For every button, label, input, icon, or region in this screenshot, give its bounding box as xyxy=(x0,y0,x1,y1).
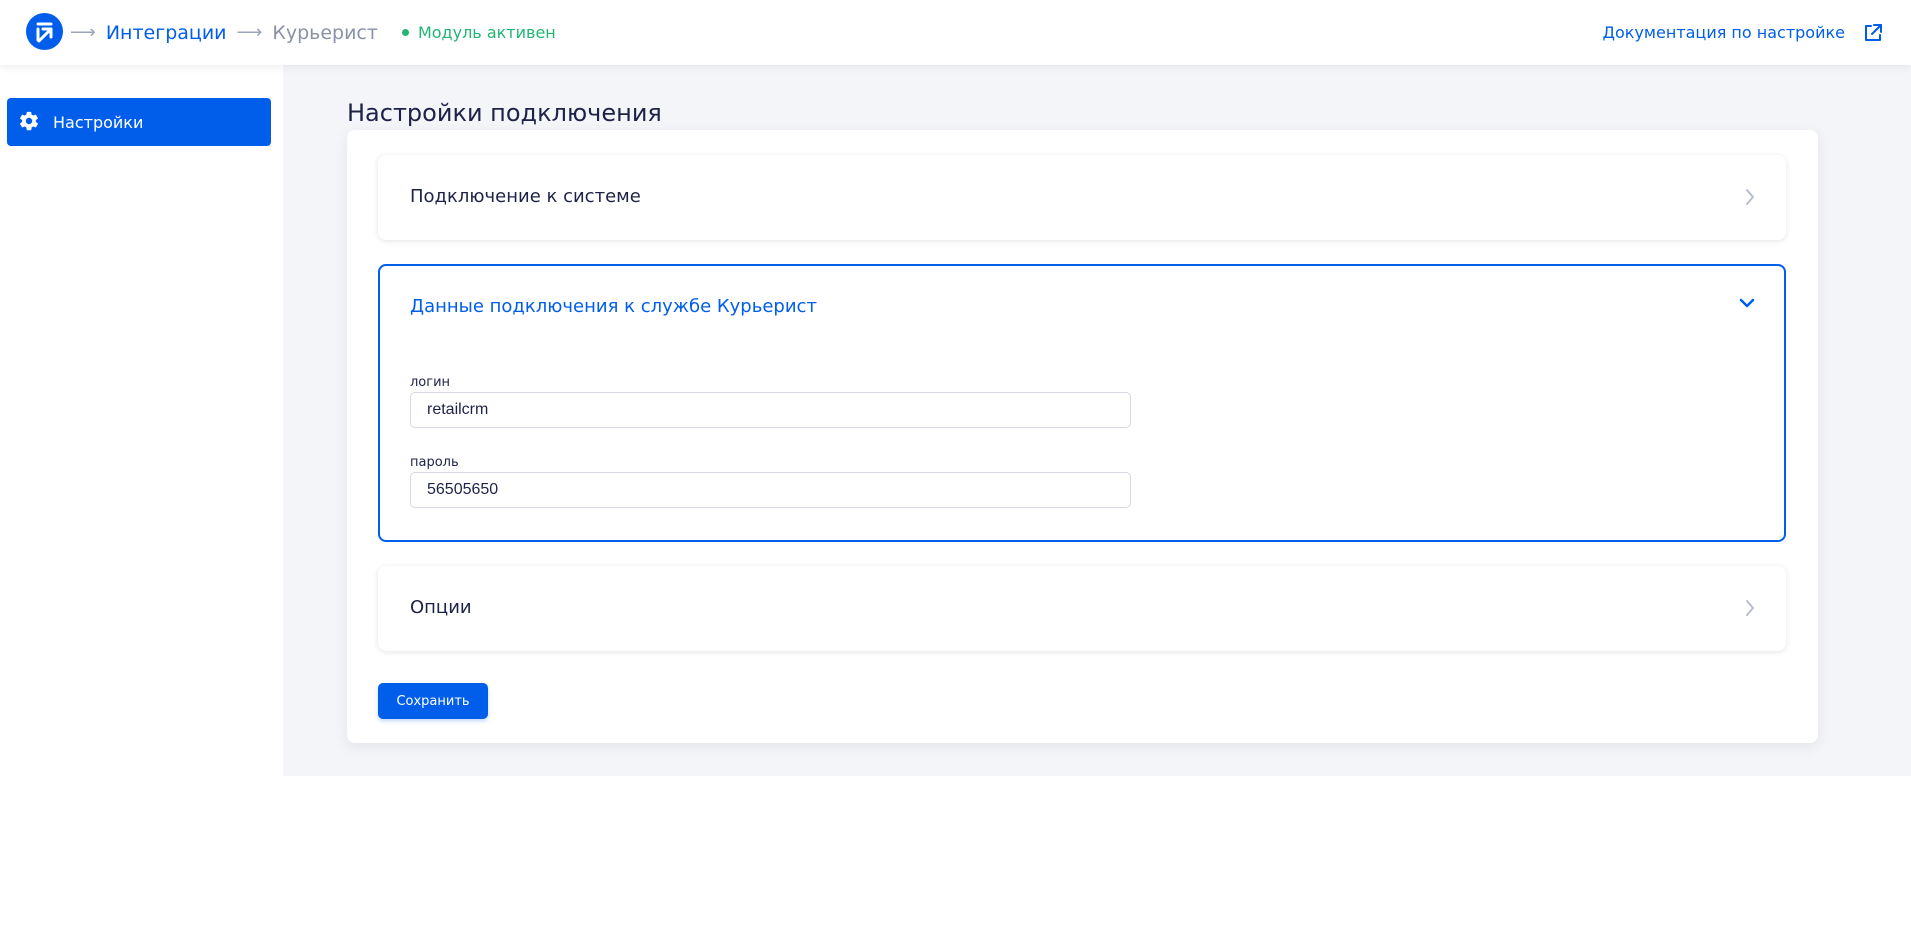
section-options[interactable]: Опции xyxy=(378,566,1786,651)
sidebar-item-label: Настройки xyxy=(53,112,144,132)
login-input[interactable] xyxy=(410,392,1131,428)
save-button[interactable]: Сохранить xyxy=(378,683,488,719)
breadcrumb-integrations-link[interactable]: Интеграции xyxy=(106,22,227,44)
login-label: логин xyxy=(410,375,451,390)
documentation-link-label: Документация по настройке xyxy=(1602,23,1846,42)
logo-icon xyxy=(36,22,52,42)
top-bar: ⟶ Интеграции ⟶ Курьерист Модуль активен … xyxy=(0,0,1911,65)
chevron-right-icon xyxy=(1744,187,1756,207)
external-link-icon xyxy=(1863,23,1883,43)
chevron-right-icon xyxy=(1744,598,1756,618)
retailcrm-logo[interactable] xyxy=(26,13,63,50)
breadcrumb-arrow-icon: ⟶ xyxy=(236,22,263,43)
sidebar-item-settings[interactable]: Настройки xyxy=(7,98,271,146)
chevron-down-icon[interactable] xyxy=(1738,297,1756,309)
breadcrumb-arrow-icon: ⟶ xyxy=(70,22,96,43)
section-title: Опции xyxy=(410,597,472,618)
main-content: Настройки подключения Подключение к сист… xyxy=(283,65,1911,776)
documentation-link[interactable]: Документация по настройке xyxy=(1603,0,1884,65)
breadcrumb-current: Курьерист xyxy=(272,21,378,44)
module-status-text: Модуль активен xyxy=(417,23,556,42)
section-title: Подключение к системе xyxy=(410,186,641,207)
password-input[interactable] xyxy=(410,472,1131,508)
section-title[interactable]: Данные подключения к службе Курьерист xyxy=(410,296,817,317)
page-title: Настройки подключения xyxy=(347,99,662,127)
status-dot-icon xyxy=(401,29,409,36)
module-status-badge: Модуль активен xyxy=(401,23,556,42)
section-courier-credentials: Данные подключения к службе Курьерист ло… xyxy=(378,264,1786,542)
section-system-connection[interactable]: Подключение к системе xyxy=(378,155,1786,240)
breadcrumb: ⟶ Интеграции ⟶ Курьерист Модуль активен xyxy=(70,0,556,65)
password-label: пароль xyxy=(410,455,459,470)
settings-card: Подключение к системе Данные подключения… xyxy=(347,130,1818,743)
gear-icon xyxy=(18,110,42,134)
sidebar: Настройки xyxy=(0,65,283,776)
